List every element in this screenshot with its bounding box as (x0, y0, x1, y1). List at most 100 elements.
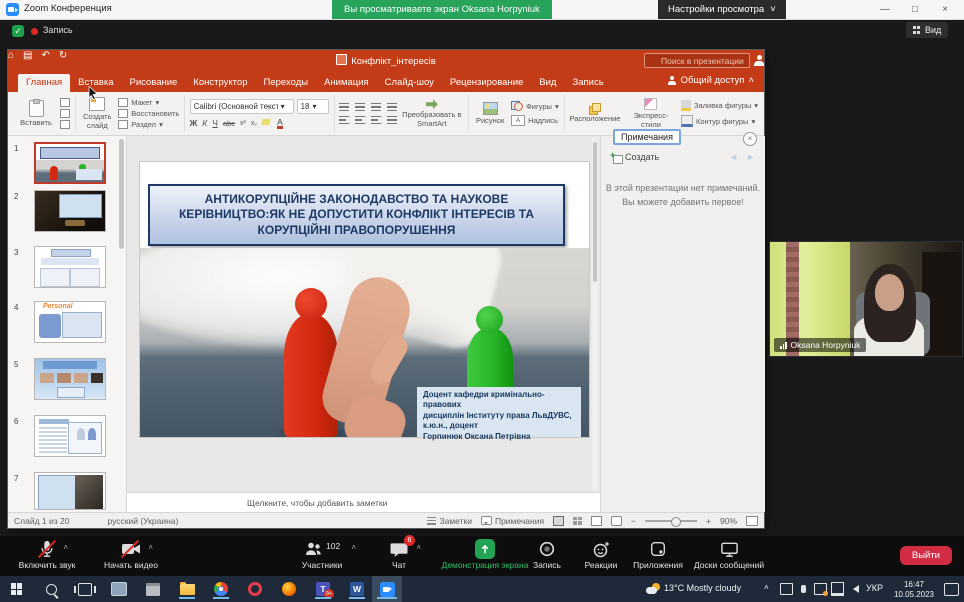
word-button[interactable]: W (344, 579, 370, 599)
align-left-icon[interactable] (339, 116, 349, 124)
normal-view-button[interactable] (553, 516, 564, 526)
align-right-icon[interactable] (371, 116, 381, 124)
tab-animations[interactable]: Анимация (316, 74, 377, 92)
weather-text[interactable]: 13°C Mostly cloudy (664, 583, 741, 593)
font-name-combo[interactable]: Calibri (Основной текст)▾ (190, 99, 294, 114)
slide-title-box[interactable]: АНТИКОРУПЦІЙНЕ ЗАКОНОДАВСТВО ТА НАУКОВЕ … (148, 184, 565, 246)
notes-area[interactable]: Щелкните, чтобы добавить заметки (127, 492, 600, 512)
numbered-list-icon[interactable] (355, 103, 365, 111)
chat-button[interactable]: 6 ˄ Чат (376, 539, 422, 570)
underline-button[interactable]: Ч (212, 118, 218, 128)
thumbnails-scrollbar[interactable] (119, 139, 124, 249)
section-button[interactable]: Раздел▾ (118, 120, 179, 129)
close-button[interactable]: × (930, 4, 960, 15)
tray-display-icon[interactable] (778, 579, 794, 599)
language-indicator[interactable]: русский (Украина) (107, 516, 178, 526)
taskbar-app-1[interactable] (106, 579, 132, 599)
keyboard-language[interactable]: УКР (866, 583, 883, 593)
tab-view[interactable]: Вид (531, 74, 564, 92)
teams-button[interactable]: T9+ (310, 579, 336, 599)
zoom-level[interactable]: 90% (720, 516, 737, 526)
smartart-button[interactable]: Преобразовать в SmartArt (401, 99, 463, 128)
zoom-taskbar-button[interactable] (374, 579, 400, 599)
mute-button[interactable]: ˄ Включить звук (4, 539, 90, 570)
copy-icon[interactable] (60, 109, 70, 118)
slide-editor[interactable]: АНТИКОРУПЦІЙНЕ ЗАКОНОДАВСТВО ТА НАУКОВЕ … (140, 162, 589, 437)
next-comment-icon[interactable]: ► (746, 152, 755, 162)
arrange-button[interactable]: Расположение (569, 103, 621, 123)
picture-button[interactable]: Рисунок (473, 102, 507, 125)
paste-button[interactable]: Вставить (16, 100, 56, 127)
tab-design[interactable]: Конструктор (185, 74, 255, 92)
taskbar-clock[interactable]: 16:47 10.05.2023 (892, 580, 936, 600)
zoom-slider-handle[interactable] (671, 517, 681, 527)
tray-volume-icon[interactable] (846, 579, 862, 599)
save-icon[interactable]: ▤ (23, 50, 32, 61)
firefox-button[interactable] (276, 579, 302, 599)
record-button[interactable]: Запись (522, 539, 572, 570)
zoom-in-button[interactable]: + (706, 516, 711, 526)
view-settings-button[interactable]: Настройки просмотра ˅ (658, 0, 786, 19)
start-button[interactable] (4, 579, 30, 599)
justify-icon[interactable] (387, 116, 397, 124)
slide-thumbnail-1[interactable] (34, 142, 106, 184)
notes-toggle[interactable]: Заметки (427, 516, 472, 526)
slide-thumbnail-2[interactable] (34, 190, 106, 232)
file-explorer-button[interactable] (174, 579, 200, 599)
zoom-out-button[interactable]: − (631, 516, 636, 526)
comments-toggle[interactable]: Примечания (481, 516, 544, 526)
previous-comment-icon[interactable]: ◄ (729, 152, 738, 162)
superscript-button[interactable]: x² (240, 120, 246, 127)
chevron-up-icon[interactable]: ˄ (63, 543, 68, 552)
participant-video-tile[interactable]: Oksana Horpyniuk (770, 242, 962, 356)
tray-expand-chevron[interactable]: ˄ (764, 583, 769, 592)
format-painter-icon[interactable] (60, 120, 70, 129)
reset-button[interactable]: Восстановить (118, 109, 179, 118)
tray-network-icon[interactable] (829, 579, 845, 599)
view-layout-button[interactable]: Вид (906, 22, 948, 38)
share-access-button[interactable]: Общий доступ ˄ (668, 75, 754, 86)
taskbar-search-button[interactable] (38, 579, 64, 599)
align-center-icon[interactable] (355, 116, 365, 124)
bullet-list-icon[interactable] (339, 103, 349, 111)
taskbar-app-2[interactable] (140, 579, 166, 599)
slide-thumbnail-5[interactable] (34, 358, 106, 400)
chevron-up-icon[interactable]: ˄ (416, 543, 421, 552)
line-spacing-icon[interactable] (387, 103, 397, 111)
new-slide-button[interactable]: Создать слайд (80, 97, 114, 130)
slide-thumbnail-4[interactable]: Personal (34, 301, 106, 343)
canvas-scrollbar[interactable] (592, 138, 598, 490)
chrome-button[interactable] (208, 579, 234, 599)
font-size-combo[interactable]: 18▾ (297, 99, 329, 114)
tab-record[interactable]: Запись (564, 74, 611, 92)
chevron-up-icon[interactable]: ˄ (148, 543, 153, 552)
fit-to-window-button[interactable] (746, 516, 758, 526)
weather-icon[interactable] (640, 579, 666, 599)
close-icon[interactable]: × (743, 132, 757, 146)
action-center-button[interactable] (938, 579, 964, 599)
opera-button[interactable] (242, 579, 268, 599)
leave-button[interactable]: Выйти (900, 546, 952, 565)
new-comment-button[interactable]: + Создать (611, 152, 659, 162)
shape-fill-button[interactable]: Заливка фигуры▾ (681, 100, 758, 111)
tab-transitions[interactable]: Переходы (256, 74, 317, 92)
search-input[interactable] (644, 53, 750, 68)
slide-thumbnail-7[interactable] (34, 472, 106, 510)
tab-slideshow[interactable]: Слайд-шоу (377, 74, 442, 92)
start-video-button[interactable]: ˄ Начать видео (88, 539, 174, 570)
highlight-color-button[interactable] (262, 119, 272, 128)
shape-outline-button[interactable]: Контур фигуры▾ (681, 115, 758, 127)
font-color-button[interactable]: А (277, 118, 283, 129)
tray-app-icon[interactable] (812, 579, 828, 599)
zoom-slider[interactable] (645, 520, 697, 522)
slide-credit-box[interactable]: Доцент кафедри кримінально-правових дисц… (417, 387, 581, 437)
restore-button[interactable]: □ (900, 4, 930, 15)
slide-thumbnail-3[interactable] (34, 246, 106, 288)
reactions-button[interactable]: Реакции (574, 539, 628, 570)
tab-review[interactable]: Рецензирование (442, 74, 531, 92)
apps-button[interactable]: Приложения (626, 539, 690, 570)
security-shield-icon[interactable]: ✓ (12, 25, 24, 37)
textbox-button[interactable]: AНадпись (511, 115, 559, 126)
bold-button[interactable]: Ж (190, 118, 198, 128)
strikethrough-button[interactable]: abc (223, 119, 235, 128)
